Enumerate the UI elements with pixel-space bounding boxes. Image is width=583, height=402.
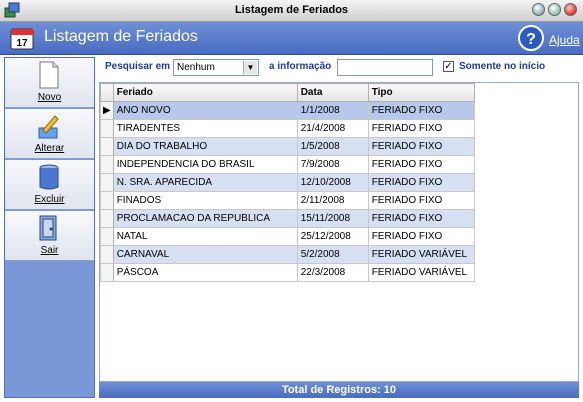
close-button[interactable]	[564, 3, 577, 16]
cell-feriado[interactable]: PÁSCOA	[112, 263, 298, 282]
row-indicator	[100, 173, 114, 192]
help-button[interactable]: ? Ajuda	[517, 24, 583, 52]
page-title: Listagem de Feriados	[44, 28, 198, 45]
row-indicator-header	[100, 83, 114, 102]
cell-data[interactable]: 12/10/2008	[296, 173, 369, 192]
maximize-button[interactable]	[548, 3, 561, 16]
row-indicator	[100, 209, 114, 228]
search-input[interactable]	[337, 59, 433, 76]
chevron-down-icon[interactable]: ▼	[243, 61, 257, 74]
svg-text:17: 17	[16, 38, 28, 49]
cell-data[interactable]: 1/1/2008	[296, 101, 369, 120]
edit-pencil-icon	[38, 115, 59, 139]
cell-data[interactable]: 21/4/2008	[296, 119, 369, 138]
cell-tipo[interactable]: FERIADO FIXO	[367, 227, 475, 246]
info-label: a informação	[269, 61, 332, 72]
row-indicator	[100, 191, 114, 210]
cell-feriado[interactable]: ANO NOVO	[112, 101, 298, 120]
cell-feriado[interactable]: N. SRA. APARECIDA	[112, 173, 298, 192]
new-document-icon	[39, 61, 59, 89]
cell-tipo[interactable]: FERIADO FIXO	[367, 119, 475, 138]
row-indicator	[100, 155, 114, 174]
cell-tipo[interactable]: FERIADO FIXO	[367, 191, 475, 210]
cell-data[interactable]: 22/3/2008	[296, 263, 369, 282]
table-row[interactable]: ▶ ANO NOVO 1/1/2008 FERIADO FIXO	[100, 101, 475, 120]
table-row[interactable]: NATAL 25/12/2008 FERIADO FIXO	[100, 227, 475, 246]
sidebar: Novo Alterar Excluir Sair	[4, 57, 95, 398]
table-row[interactable]: TIRADENTES 21/4/2008 FERIADO FIXO	[100, 119, 475, 138]
column-header-feriado[interactable]: Feriado	[112, 83, 298, 102]
new-button-label: Novo	[37, 92, 62, 103]
edit-button-label: Alterar	[34, 143, 65, 154]
page-header: 17 Listagem de Feriados ? Ajuda	[0, 22, 583, 55]
cell-feriado[interactable]: NATAL	[112, 227, 298, 246]
search-field-select[interactable]: Nenhum ▼	[173, 59, 259, 76]
trash-can-icon	[39, 164, 59, 190]
table-row[interactable]: CARNAVAL 5/2/2008 FERIADO VARIÁVEL	[100, 245, 475, 264]
cell-feriado[interactable]: TIRADENTES	[112, 119, 298, 138]
row-indicator	[100, 119, 114, 138]
help-icon: ?	[518, 25, 544, 51]
only-start-label: Somente no início	[459, 61, 546, 72]
cell-data[interactable]: 1/5/2008	[296, 137, 369, 156]
only-start-checkbox[interactable]: ✓	[443, 61, 454, 72]
search-field-value: Nenhum	[177, 62, 215, 73]
table-row[interactable]: PÁSCOA 22/3/2008 FERIADO VARIÁVEL	[100, 263, 475, 282]
cell-data[interactable]: 5/2/2008	[296, 245, 369, 264]
row-pointer-icon: ▶	[100, 101, 114, 120]
record-count: Total de Registros: 10	[99, 382, 579, 398]
cell-feriado[interactable]: INDEPENDENCIA DO BRASIL	[112, 155, 298, 174]
exit-door-icon	[39, 215, 57, 241]
exit-button-label: Sair	[40, 245, 59, 256]
edit-button[interactable]: Alterar	[5, 109, 94, 159]
calendar-icon: 17	[10, 28, 34, 50]
column-header-tipo[interactable]: Tipo	[367, 83, 475, 102]
cell-tipo[interactable]: FERIADO FIXO	[367, 137, 475, 156]
cell-data[interactable]: 7/9/2008	[296, 155, 369, 174]
cell-tipo[interactable]: FERIADO VARIÁVEL	[367, 263, 475, 282]
row-indicator	[100, 263, 114, 282]
delete-button-label: Excluir	[34, 194, 65, 205]
cell-tipo[interactable]: FERIADO FIXO	[367, 173, 475, 192]
svg-text:?: ?	[526, 31, 536, 48]
table-row[interactable]: PROCLAMACAO DA REPUBLICA 15/11/2008 FERI…	[100, 209, 475, 228]
window-title: Listagem de Feriados	[234, 4, 349, 16]
exit-button[interactable]: Sair	[5, 211, 94, 261]
holidays-table: Feriado Data Tipo ▶ ANO NOVO 1/1/2008 FE…	[99, 82, 579, 382]
help-label: Ajuda	[549, 33, 580, 47]
cell-tipo[interactable]: FERIADO FIXO	[367, 209, 475, 228]
table-row[interactable]: FINADOS 2/11/2008 FERIADO FIXO	[100, 191, 475, 210]
cell-data[interactable]: 2/11/2008	[296, 191, 369, 210]
cell-feriado[interactable]: PROCLAMACAO DA REPUBLICA	[112, 209, 298, 228]
cell-data[interactable]: 15/11/2008	[296, 209, 369, 228]
row-indicator	[100, 227, 114, 246]
table-row[interactable]: N. SRA. APARECIDA 12/10/2008 FERIADO FIX…	[100, 173, 475, 192]
search-bar: Pesquisar em Nenhum ▼ a informação ✓ Som…	[99, 57, 579, 79]
cell-feriado[interactable]: CARNAVAL	[112, 245, 298, 264]
delete-button[interactable]: Excluir	[5, 160, 94, 210]
minimize-button[interactable]	[532, 3, 545, 16]
cell-data[interactable]: 25/12/2008	[296, 227, 369, 246]
cell-tipo[interactable]: FERIADO FIXO	[367, 155, 475, 174]
table-row[interactable]: DIA DO TRABALHO 1/5/2008 FERIADO FIXO	[100, 137, 475, 156]
column-header-data[interactable]: Data	[296, 83, 369, 102]
table-row[interactable]: INDEPENDENCIA DO BRASIL 7/9/2008 FERIADO…	[100, 155, 475, 174]
row-indicator	[100, 245, 114, 264]
cell-feriado[interactable]: FINADOS	[112, 191, 298, 210]
cell-feriado[interactable]: DIA DO TRABALHO	[112, 137, 298, 156]
title-bar: Listagem de Feriados	[0, 0, 583, 22]
search-in-label: Pesquisar em	[105, 61, 171, 72]
row-indicator	[100, 137, 114, 156]
cell-tipo[interactable]: FERIADO VARIÁVEL	[367, 245, 475, 264]
new-button[interactable]: Novo	[5, 58, 94, 108]
cell-tipo[interactable]: FERIADO FIXO	[367, 101, 475, 120]
